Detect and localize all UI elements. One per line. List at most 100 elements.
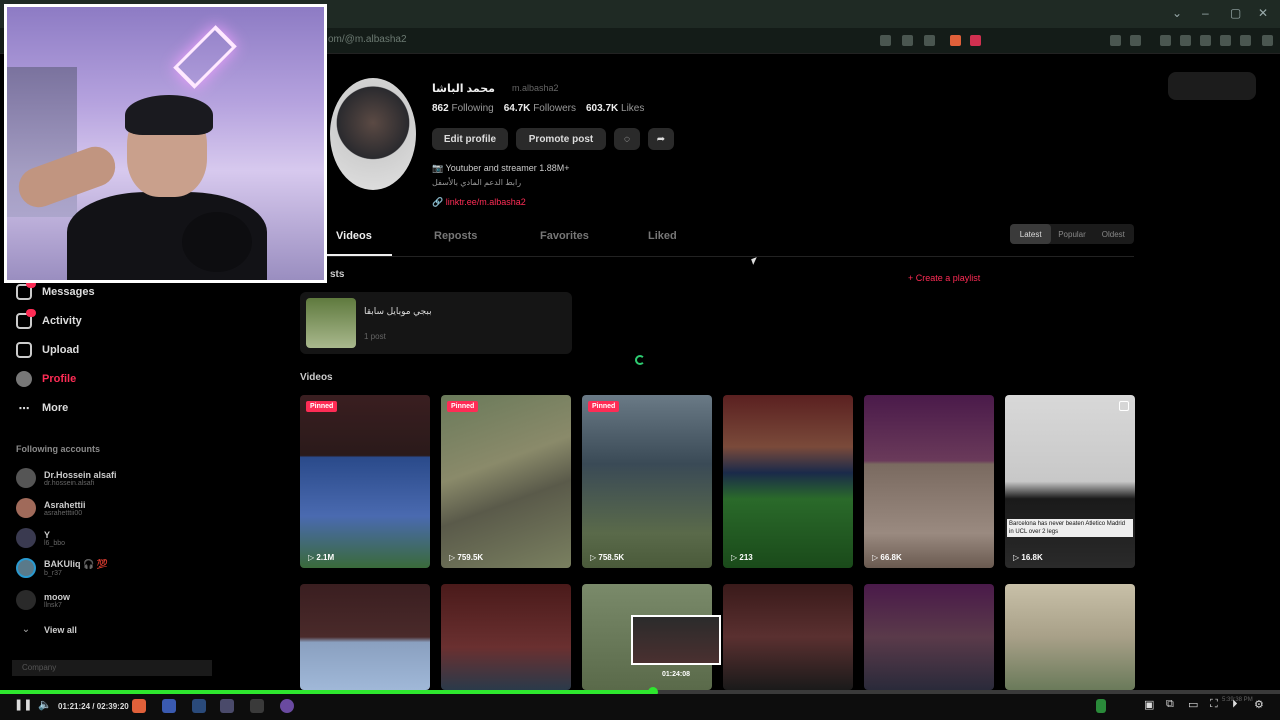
- subtitles-icon[interactable]: ▣: [1144, 698, 1154, 711]
- profile-handle: m.albasha2: [512, 83, 559, 93]
- tab-videos[interactable]: Videos: [336, 230, 372, 242]
- extension-icon[interactable]: [880, 35, 891, 46]
- top-right-controls[interactable]: [1168, 72, 1256, 100]
- following-account[interactable]: Asrahettii asrahetttii00: [16, 498, 86, 518]
- create-playlist-button[interactable]: + Create a playlist: [908, 273, 980, 283]
- avatar: [16, 528, 36, 548]
- pinned-badge: Pinned: [588, 401, 620, 412]
- extension-icon[interactable]: [1130, 35, 1141, 46]
- settings-icon[interactable]: ◌: [614, 128, 640, 150]
- browser-taskbar-icon[interactable]: [132, 699, 146, 713]
- video-caption: Barcelona has never beaten Atletico Madr…: [1007, 519, 1133, 537]
- close-icon[interactable]: ✕: [1258, 6, 1268, 20]
- volume-icon[interactable]: 🔈: [38, 698, 52, 711]
- followers-count[interactable]: 64.7K: [504, 103, 531, 114]
- profile-avatar[interactable]: [330, 78, 416, 190]
- avatar: [16, 498, 36, 518]
- following-account[interactable]: moow llnsk7: [16, 590, 70, 610]
- webcam-overlay: [4, 4, 327, 283]
- likes-label: Likes: [621, 103, 645, 114]
- video-card[interactable]: [300, 584, 430, 690]
- sort-toggle[interactable]: Latest Popular Oldest: [1010, 224, 1134, 244]
- view-count: 213: [731, 553, 752, 562]
- view-count: 2.1M: [308, 553, 334, 562]
- view-count: 759.5K: [449, 553, 483, 562]
- view-all-label: View all: [44, 624, 77, 635]
- app-taskbar-icon[interactable]: [250, 699, 264, 713]
- video-card[interactable]: [441, 584, 571, 690]
- following-account[interactable]: Dr.Hossein alsafi dr.hossein.alsafi: [16, 468, 117, 488]
- extension-icon[interactable]: [1160, 35, 1171, 46]
- profile-stats: 862 Following 64.7K Followers 603.7K Lik…: [432, 103, 644, 114]
- theater-icon[interactable]: ▭: [1188, 698, 1198, 711]
- playlist-card[interactable]: ببجي موبايل سابقا 1 post: [300, 292, 572, 354]
- sidebar-item-activity[interactable]: Activity: [16, 309, 82, 331]
- account-name: moow: [44, 591, 70, 602]
- active-tab-indicator: [322, 254, 392, 256]
- promote-post-button[interactable]: Promote post: [516, 128, 606, 150]
- profile-icon: [16, 371, 32, 387]
- minimize-icon[interactable]: –: [1202, 6, 1209, 20]
- tray-icon[interactable]: [1096, 699, 1106, 713]
- video-card[interactable]: Barcelona has never beaten Atletico Madr…: [1005, 395, 1135, 568]
- avatar: [16, 558, 36, 578]
- company-link[interactable]: Company: [12, 660, 212, 676]
- chevron-down-icon[interactable]: ⌄: [1172, 6, 1182, 20]
- sidebar-item-profile[interactable]: Profile: [16, 369, 76, 389]
- video-card[interactable]: [864, 584, 994, 690]
- extension-icon[interactable]: [1110, 35, 1121, 46]
- tab-liked[interactable]: Liked: [648, 230, 677, 242]
- video-card[interactable]: [723, 584, 853, 690]
- sort-popular[interactable]: Popular: [1051, 224, 1092, 244]
- gear-icon[interactable]: ⚙: [1254, 698, 1264, 711]
- sidebar-item-more[interactable]: ⋯ More: [16, 398, 69, 418]
- brave-rewards-icon[interactable]: [970, 35, 981, 46]
- fullscreen-icon[interactable]: ⛶: [1210, 698, 1218, 711]
- video-card[interactable]: [1005, 584, 1135, 690]
- playlist-thumbnail: [306, 298, 356, 348]
- account-handle: dr.hossein.alsafi: [44, 479, 95, 487]
- brave-shield-icon[interactable]: [950, 35, 961, 46]
- video-card[interactable]: Pinned 758.5K: [582, 395, 712, 568]
- video-card[interactable]: 66.8K: [864, 395, 994, 568]
- sort-latest[interactable]: Latest: [1010, 224, 1052, 244]
- extension-icon[interactable]: [1200, 35, 1211, 46]
- pause-icon[interactable]: ❚❚: [14, 698, 32, 711]
- following-count[interactable]: 862: [432, 103, 449, 114]
- view-all-link[interactable]: ⌄ View all: [16, 624, 77, 635]
- app-taskbar-icon[interactable]: [162, 699, 176, 713]
- account-handle: asrahetttii00: [44, 509, 83, 517]
- profile-link[interactable]: 🔗 linktr.ee/m.albasha2: [432, 197, 526, 208]
- share-icon[interactable]: ➦: [648, 128, 674, 150]
- sort-oldest[interactable]: Oldest: [1093, 224, 1134, 244]
- tab-reposts[interactable]: Reposts: [434, 230, 477, 242]
- video-card[interactable]: Pinned 759.5K: [441, 395, 571, 568]
- extension-icon[interactable]: [1220, 35, 1231, 46]
- account-name: Asrahettii: [44, 499, 86, 510]
- extension-icon[interactable]: [1180, 35, 1191, 46]
- sidebar-item-upload[interactable]: Upload: [16, 340, 79, 360]
- following-account[interactable]: Yl6_bbo: [16, 528, 65, 548]
- app-taskbar-icon[interactable]: [220, 699, 234, 713]
- extension-icon[interactable]: [902, 35, 913, 46]
- menu-icon[interactable]: [1262, 35, 1273, 46]
- app-taskbar-icon[interactable]: [192, 699, 206, 713]
- url-text[interactable]: om/@m.albasha2: [328, 34, 407, 45]
- sidebar-item-label: Activity: [42, 315, 82, 327]
- account-name: Y: [44, 529, 51, 540]
- video-card[interactable]: Pinned 2.1M: [300, 395, 430, 568]
- edit-profile-button[interactable]: Edit profile: [432, 128, 508, 150]
- maximize-icon[interactable]: ▢: [1230, 6, 1241, 20]
- tab-divider: [300, 256, 1134, 257]
- extension-icon[interactable]: [924, 35, 935, 46]
- tab-favorites[interactable]: Favorites: [540, 230, 589, 242]
- following-account[interactable]: BAKUliq 🎧 💯 b_r37: [16, 558, 108, 578]
- video-card[interactable]: 213: [723, 395, 853, 568]
- miniplayer-icon[interactable]: ⧉: [1166, 698, 1174, 711]
- sidebar-item-messages[interactable]: Messages: [16, 280, 95, 302]
- system-clock: 5:39:38 PM: [1222, 697, 1253, 703]
- app-taskbar-icon[interactable]: [280, 699, 294, 713]
- extension-icon[interactable]: [1240, 35, 1251, 46]
- following-accounts-title: Following accounts: [16, 444, 101, 454]
- view-count: 16.8K: [1013, 553, 1042, 562]
